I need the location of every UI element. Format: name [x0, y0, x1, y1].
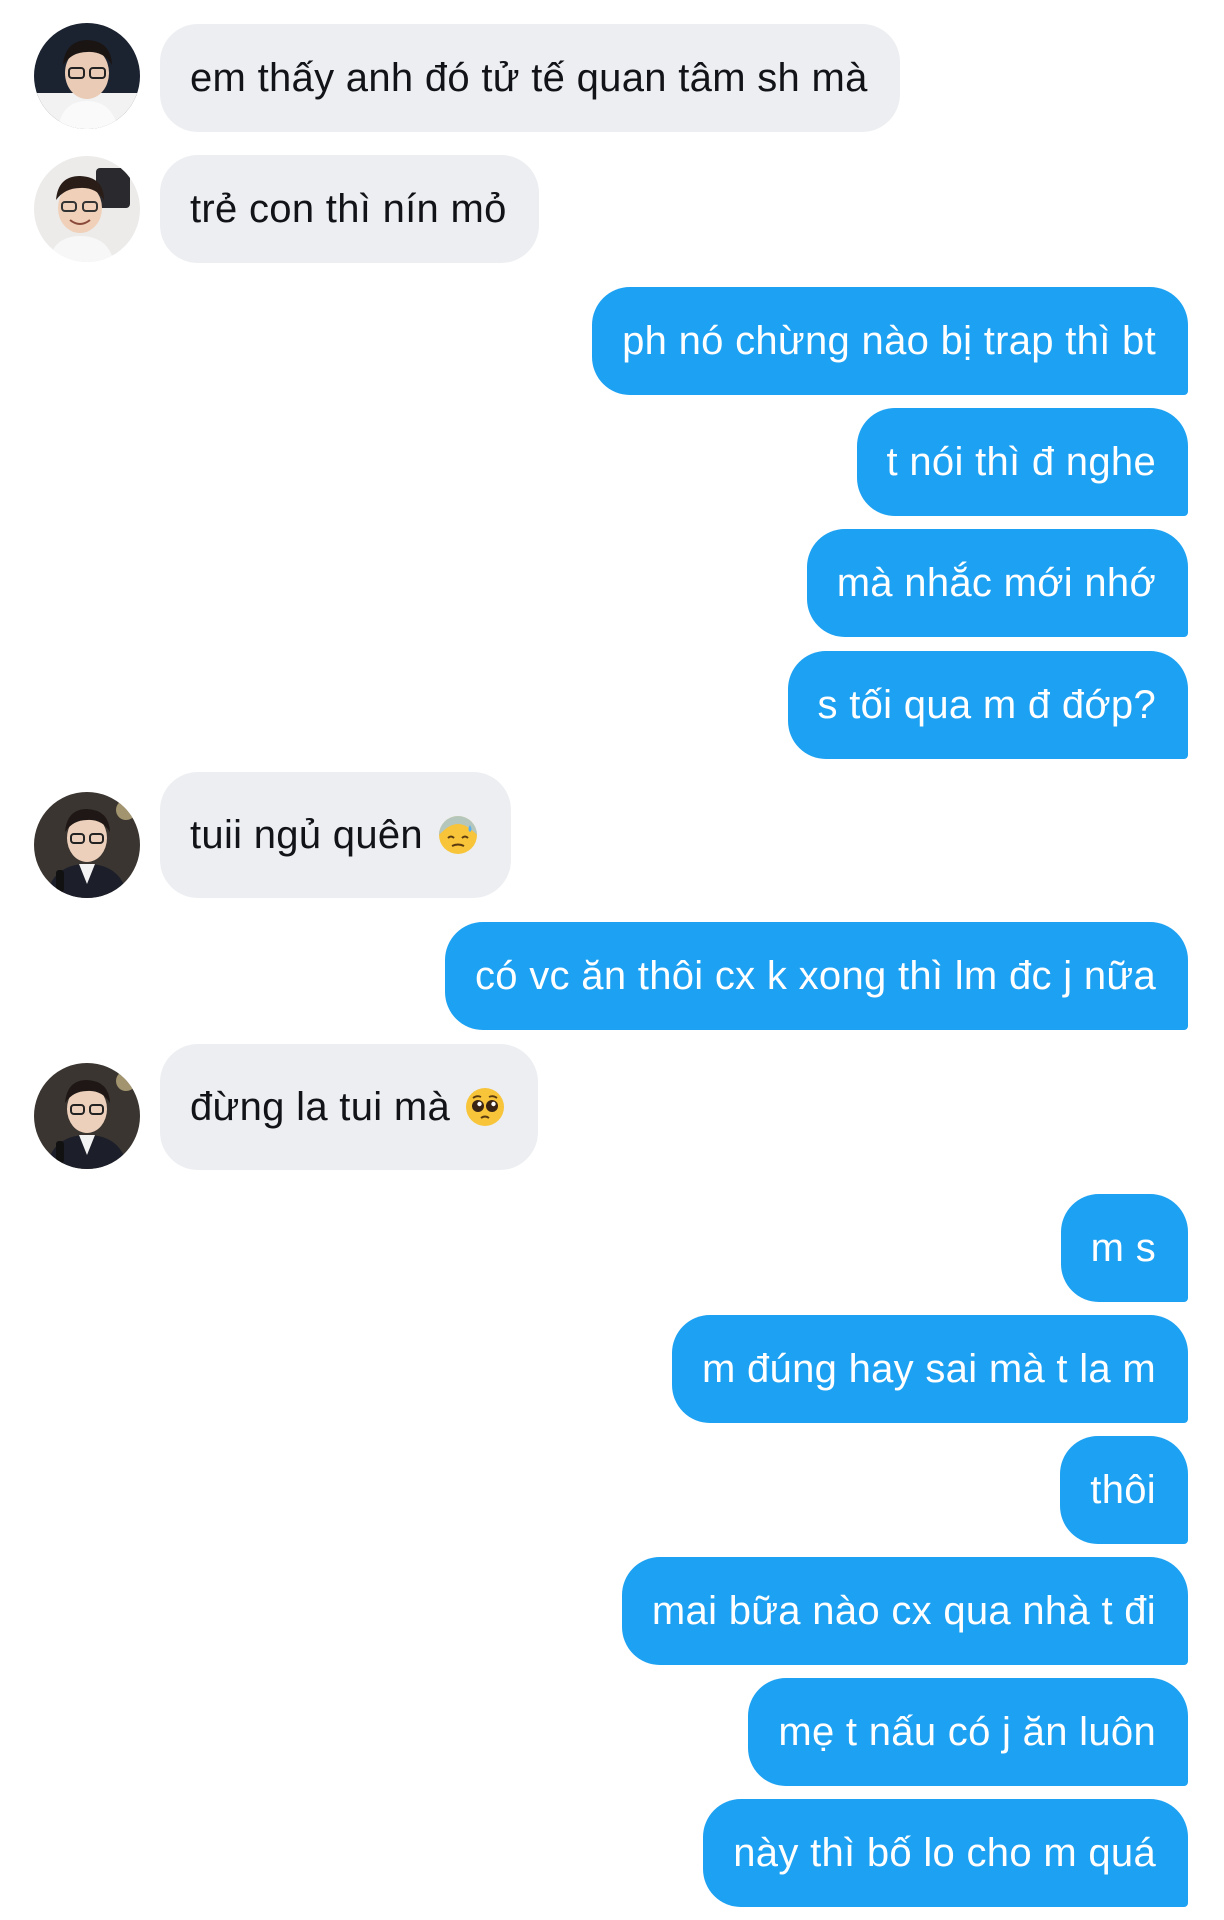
message-text: m đúng hay sai mà t la m — [701, 1346, 1156, 1391]
message-text: m s — [1090, 1225, 1156, 1270]
message-text: mai bữa nào cx qua nhà t đi — [651, 1588, 1156, 1633]
message-text: mẹ t nấu có j ăn luôn — [778, 1709, 1156, 1754]
avatar-suit-mic[interactable] — [34, 792, 140, 898]
message-text: mà nhắc mới nhớ — [836, 560, 1156, 605]
outgoing-message-bubble[interactable]: thôi — [1060, 1436, 1188, 1544]
pleading-face-emoji — [464, 1086, 506, 1128]
incoming-message-bubble[interactable]: em thấy anh đó tử tế quan tâm sh mà — [160, 24, 900, 132]
incoming-message-bubble[interactable]: đừng la tui mà — [160, 1044, 539, 1170]
outgoing-message-bubble[interactable]: m đúng hay sai mà t la m — [671, 1315, 1188, 1423]
incoming-message-bubble[interactable]: trẻ con thì nín mỏ — [160, 155, 539, 263]
message-text: s tối qua m đ đớp? — [817, 682, 1156, 727]
outgoing-message-bubble[interactable]: t nói thì đ nghe — [856, 408, 1188, 516]
message-text: ph nó chừng nào bị trap thì bt — [622, 318, 1156, 363]
outgoing-message-bubble[interactable]: có vc ăn thôi cx k xong thì lm đc j nữa — [445, 922, 1188, 1030]
message-text: tuii ngủ quên — [190, 812, 423, 857]
message-text: có vc ăn thôi cx k xong thì lm đc j nữa — [475, 953, 1156, 998]
message-text: đừng la tui mà — [190, 1084, 451, 1129]
outgoing-message-bubble[interactable]: mai bữa nào cx qua nhà t đi — [621, 1557, 1188, 1665]
incoming-message-bubble[interactable]: tuii ngủ quên — [160, 772, 511, 898]
outgoing-message-bubble[interactable]: này thì bố lo cho m quá — [703, 1799, 1188, 1907]
message-text: em thấy anh đó tử tế quan tâm sh mà — [190, 55, 868, 100]
outgoing-message-bubble[interactable]: ph nó chừng nào bị trap thì bt — [592, 287, 1188, 395]
outgoing-message-bubble[interactable]: mà nhắc mới nhớ — [806, 529, 1188, 637]
message-text: thôi — [1090, 1467, 1156, 1512]
message-text: t nói thì đ nghe — [886, 439, 1156, 484]
message-text: này thì bố lo cho m quá — [733, 1830, 1156, 1875]
outgoing-message-bubble[interactable]: mẹ t nấu có j ăn luôn — [748, 1678, 1188, 1786]
avatar-smiling-studio[interactable] — [34, 156, 140, 262]
outgoing-message-bubble[interactable]: s tối qua m đ đớp? — [787, 651, 1188, 759]
outgoing-message-bubble[interactable]: m s — [1060, 1194, 1188, 1302]
avatar-glasses-dark-bg[interactable] — [34, 23, 140, 129]
avatar-suit-mic[interactable] — [34, 1063, 140, 1169]
message-text: trẻ con thì nín mỏ — [190, 186, 507, 231]
chat-thread: em thấy anh đó tử tế quan tâm sh mà trẻ … — [0, 0, 1224, 1920]
downcast-sweat-emoji — [437, 814, 479, 856]
